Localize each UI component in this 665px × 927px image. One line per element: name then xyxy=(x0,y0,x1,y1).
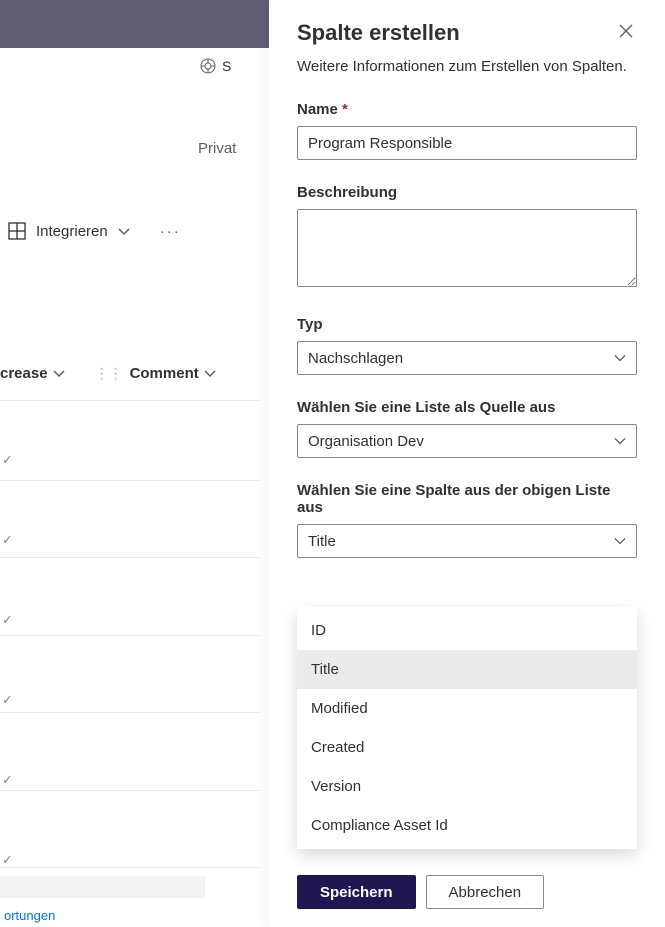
dropdown-option[interactable]: Title xyxy=(297,650,637,689)
close-icon xyxy=(619,24,633,38)
bg-toolbar-item: S xyxy=(200,58,260,74)
panel-title: Spalte erstellen xyxy=(297,20,460,46)
bg-bottom-bar xyxy=(0,876,205,898)
bg-checkmarks: ✓ ✓ ✓ ✓ ✓ ✓ xyxy=(0,420,15,900)
grid-icon xyxy=(8,222,26,240)
bg-privacy-label: Privat xyxy=(198,140,236,157)
source-list-select[interactable]: Organisation Dev xyxy=(297,424,637,458)
bg-integrate-menu[interactable]: Integrieren ··· xyxy=(0,210,260,252)
checkmark-icon: ✓ xyxy=(0,740,15,820)
integrate-label: Integrieren xyxy=(36,223,108,240)
dropdown-option[interactable]: Created xyxy=(297,728,637,767)
close-button[interactable] xyxy=(615,20,637,42)
checkmark-icon: ✓ xyxy=(0,420,15,500)
save-button[interactable]: Speichern xyxy=(297,875,416,909)
panel-footer: Speichern Abbrechen xyxy=(297,875,544,909)
source-column-value: Title xyxy=(308,533,336,550)
type-label: Typ xyxy=(297,316,637,333)
divider xyxy=(0,400,260,401)
field-name: Name * xyxy=(297,101,637,160)
dropdown-option[interactable]: Version xyxy=(297,767,637,806)
drag-handle-icon: ⋮⋮ xyxy=(95,365,123,382)
field-source-list: Wählen Sie eine Liste als Quelle aus Org… xyxy=(297,399,637,458)
bg-bottom-link[interactable]: ortungen xyxy=(4,908,55,923)
lifering-icon xyxy=(200,58,216,74)
divider xyxy=(0,480,260,481)
column-header-label: crease xyxy=(0,365,48,382)
divider xyxy=(0,557,260,558)
source-list-value: Organisation Dev xyxy=(308,433,424,450)
description-textarea[interactable] xyxy=(297,209,637,287)
label-text: Name xyxy=(297,101,338,118)
more-icon[interactable]: ··· xyxy=(160,223,181,240)
panel-header: Spalte erstellen xyxy=(297,20,637,46)
bg-toolbar-label: S xyxy=(222,58,231,74)
column-header-crease[interactable]: crease xyxy=(0,365,65,382)
panel-subtitle: Weitere Informationen zum Erstellen von … xyxy=(297,56,637,77)
checkmark-icon: ✓ xyxy=(0,580,15,660)
column-header-label: Comment xyxy=(130,365,199,382)
description-label: Beschreibung xyxy=(297,184,637,201)
dropdown-option[interactable]: Compliance Asset Id xyxy=(297,806,637,845)
checkmark-icon: ✓ xyxy=(0,500,15,580)
divider xyxy=(0,790,260,791)
checkmark-icon: ✓ xyxy=(0,660,15,740)
divider xyxy=(0,712,260,713)
chevron-down-icon xyxy=(614,433,626,450)
type-select-value: Nachschlagen xyxy=(308,350,403,367)
source-column-dropdown: IDTitleModifiedCreatedVersionCompliance … xyxy=(297,607,637,849)
source-list-label: Wählen Sie eine Liste als Quelle aus xyxy=(297,399,637,416)
name-input[interactable] xyxy=(297,126,637,160)
divider xyxy=(0,635,260,636)
cancel-button[interactable]: Abbrechen xyxy=(426,875,545,909)
chevron-down-icon xyxy=(614,533,626,550)
source-column-select[interactable]: Title xyxy=(297,524,637,558)
create-column-panel: Spalte erstellen Weitere Informationen z… xyxy=(269,0,665,927)
field-source-column: Wählen Sie eine Spalte aus der obigen Li… xyxy=(297,482,637,558)
dropdown-option[interactable]: ID xyxy=(297,611,637,650)
divider xyxy=(0,867,260,868)
column-header-comment[interactable]: ⋮⋮ Comment xyxy=(95,365,216,382)
bg-column-headers: crease ⋮⋮ Comment xyxy=(0,365,260,382)
field-type: Typ Nachschlagen xyxy=(297,316,637,375)
chevron-down-icon xyxy=(118,223,130,240)
dropdown-option[interactable]: Modified xyxy=(297,689,637,728)
name-label: Name * xyxy=(297,101,637,118)
required-indicator: * xyxy=(342,101,348,118)
field-description: Beschreibung xyxy=(297,184,637,292)
source-column-label: Wählen Sie eine Spalte aus der obigen Li… xyxy=(297,482,637,516)
type-select[interactable]: Nachschlagen xyxy=(297,341,637,375)
chevron-down-icon xyxy=(614,350,626,367)
